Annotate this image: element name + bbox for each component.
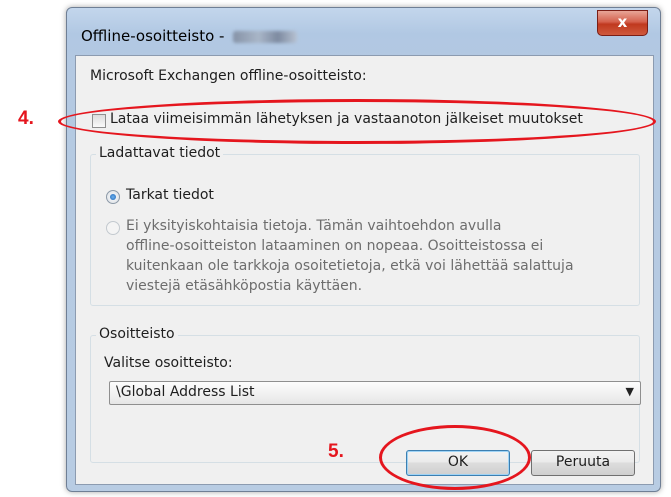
step5-label: 5. bbox=[328, 441, 344, 462]
no-details-radio[interactable] bbox=[106, 221, 120, 235]
full-details-radio[interactable] bbox=[106, 190, 120, 204]
window-title-label: Offline-osoitteisto - bbox=[81, 27, 230, 45]
title-bar[interactable]: Offline-osoitteisto - x bbox=[67, 8, 660, 58]
step4-highlight-ellipse bbox=[58, 99, 656, 144]
details-group-title: Ladattavat tiedot bbox=[96, 145, 224, 161]
close-icon: x bbox=[617, 13, 628, 31]
step4-label: 4. bbox=[18, 108, 34, 129]
full-details-label[interactable]: Tarkat tiedot bbox=[126, 185, 214, 205]
close-button[interactable]: x bbox=[597, 10, 648, 36]
redacted-account-name bbox=[233, 30, 298, 43]
address-book-group-title: Osoitteisto bbox=[96, 326, 178, 342]
no-details-line-3: kuitenkaan ole tarkkoja osoitetietoja, e… bbox=[126, 258, 574, 274]
chevron-down-icon[interactable]: ▼ bbox=[626, 385, 634, 398]
address-book-select-value: \Global Address List bbox=[116, 384, 255, 400]
no-details-line-2: offline-osoitteiston lataaminen on nopea… bbox=[126, 238, 544, 254]
cancel-button[interactable]: Peruuta bbox=[531, 450, 635, 476]
window-title: Offline-osoitteisto - bbox=[81, 27, 298, 45]
offline-address-book-dialog: Offline-osoitteisto - x Microsoft Exchan… bbox=[66, 7, 661, 492]
address-book-select[interactable]: \Global Address List ▼ bbox=[109, 381, 641, 405]
select-address-book-label: Valitse osoitteisto: bbox=[104, 355, 233, 371]
no-details-line-1: Ei yksityiskohtaisia tietoja. Tämän vaih… bbox=[126, 218, 502, 234]
no-details-line-4: viestejä etäsähköpostia käyttäen. bbox=[126, 278, 363, 294]
header-label: Microsoft Exchangen offline-osoitteisto: bbox=[90, 68, 367, 84]
step5-highlight-ellipse bbox=[379, 425, 531, 490]
